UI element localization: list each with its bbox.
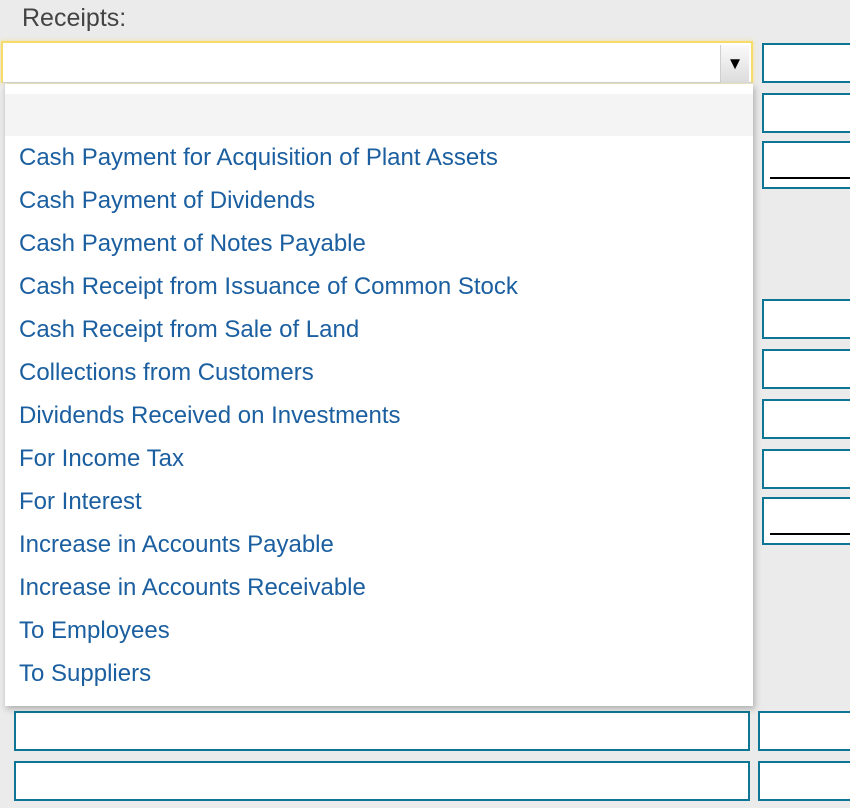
dropdown-list: Cash Payment for Acquisition of Plant As… — [4, 84, 753, 706]
dropdown-option[interactable]: Cash Receipt from Issuance of Common Sto… — [5, 265, 753, 308]
dropdown-option[interactable]: Cash Payment of Dividends — [5, 179, 753, 222]
dropdown-option[interactable]: Dividends Received on Investments — [5, 394, 753, 437]
amount-field-2[interactable] — [762, 93, 850, 133]
amount-field-10[interactable] — [758, 761, 850, 801]
amount-field-6[interactable] — [762, 399, 850, 439]
amount-field-3-total[interactable] — [762, 141, 850, 189]
amount-field-1[interactable] — [762, 43, 850, 83]
description-field-2[interactable] — [14, 761, 750, 801]
dropdown-option-blank[interactable] — [5, 94, 753, 136]
dropdown-option[interactable]: Cash Payment of Notes Payable — [5, 222, 753, 265]
dropdown-option[interactable]: Collections from Customers — [5, 351, 753, 394]
dropdown-option[interactable]: To Employees — [5, 609, 753, 652]
receipts-label: Receipts: — [22, 4, 127, 32]
dropdown-toggle-button[interactable]: ▼ — [720, 45, 749, 83]
dropdown-option[interactable]: For Interest — [5, 480, 753, 523]
dropdown-option[interactable]: For Income Tax — [5, 437, 753, 480]
amount-field-8-total[interactable] — [762, 497, 850, 545]
dropdown-option[interactable]: Cash Receipt from Sale of Land — [5, 308, 753, 351]
dropdown-option[interactable]: Cash Payment for Acquisition of Plant As… — [5, 136, 753, 179]
triangle-down-icon: ▼ — [726, 54, 744, 73]
amount-field-7[interactable] — [762, 449, 850, 489]
amount-field-9[interactable] — [758, 711, 850, 751]
total-underline — [770, 533, 850, 535]
total-underline — [770, 177, 850, 179]
dropdown-option[interactable]: To Suppliers — [5, 652, 753, 695]
amount-field-4[interactable] — [762, 299, 850, 339]
description-field-1[interactable] — [14, 711, 750, 751]
amount-field-5[interactable] — [762, 349, 850, 389]
receipt-type-select[interactable]: ▼ — [1, 41, 753, 83]
dropdown-option[interactable]: Increase in Accounts Receivable — [5, 566, 753, 609]
dropdown-option[interactable]: Increase in Accounts Payable — [5, 523, 753, 566]
